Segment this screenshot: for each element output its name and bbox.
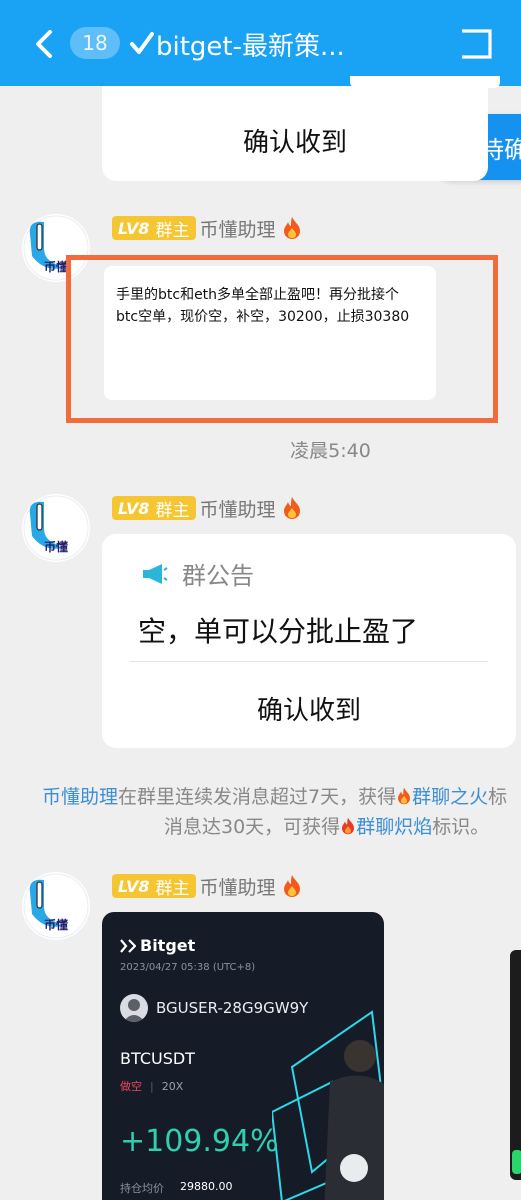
bitget-share-image[interactable]: Bitget 2023/04/27 05:38 (UTC+8) BGUSER-2… xyxy=(102,912,384,1200)
level-badge: LV8 群主 xyxy=(112,874,196,899)
timestamp-text: 凌晨5:40 xyxy=(290,440,371,462)
sender-name[interactable]: 币懂助理 xyxy=(200,873,276,900)
checkmark-icon xyxy=(130,32,154,54)
system-user-link[interactable]: 币懂助理 xyxy=(42,786,118,808)
highlight-annotation-box xyxy=(66,255,498,423)
side-short: 做空 xyxy=(120,1080,142,1093)
separator: | xyxy=(150,1079,154,1093)
role-text: 群主 xyxy=(155,500,190,521)
level-text: LV8 xyxy=(118,876,150,896)
confirm-received-button[interactable]: 确认收到 xyxy=(102,690,516,727)
share-entry: 持仓均价 29880.00 xyxy=(120,1180,233,1196)
notice-header: 群公告 xyxy=(142,556,254,591)
entry-value: 29880.00 xyxy=(180,1180,233,1193)
confirm-received-button[interactable]: 确认收到 xyxy=(102,122,488,159)
award-link[interactable]: 群聊之火 xyxy=(412,786,488,808)
level-badge: LV8 群主 xyxy=(112,496,196,521)
overlay-edge-handle[interactable] xyxy=(510,950,521,1180)
fire-icon xyxy=(398,787,411,805)
chat-title: bitget-最新策... xyxy=(156,31,345,62)
sender-name[interactable]: 币懂助理 xyxy=(200,495,276,522)
bitget-logo: Bitget xyxy=(120,936,195,955)
level-text: LV8 xyxy=(118,218,150,238)
avatar[interactable]: 币懂 xyxy=(22,872,90,940)
avatar-text: 币懂 xyxy=(44,918,69,932)
award-link[interactable]: 群聊炽焰 xyxy=(356,816,432,838)
sender-line: LV8 群主 币懂助理 xyxy=(112,872,302,900)
notice-title: 群公告 xyxy=(182,562,254,590)
share-username: BGUSER-28G9GW9Y xyxy=(156,999,309,1017)
share-pnl: +109.94% xyxy=(120,1124,279,1159)
user-avatar-icon xyxy=(123,999,145,1022)
flame-icon xyxy=(342,817,355,835)
notice-body: 空，单可以分批止盈了 xyxy=(138,615,419,648)
chat-title-wrap[interactable]: bitget-最新策... xyxy=(130,24,345,64)
system-text: 在群里连续发消息超过7天，获得 xyxy=(118,786,397,808)
system-text: 消息达30天，可获得 xyxy=(164,816,341,838)
avatar-text: 币懂 xyxy=(44,260,69,274)
avatar-text: 币懂 xyxy=(44,540,69,554)
avatar[interactable]: 币懂 xyxy=(22,494,90,562)
timestamp: 凌晨5:40 xyxy=(0,436,521,463)
user-avatar xyxy=(120,994,148,1022)
group-notice-card[interactable]: 群公告 空，单可以分批止盈了 确认收到 xyxy=(102,534,516,748)
megaphone-icon xyxy=(143,563,168,584)
notice-card-top: 确认收到 xyxy=(102,86,488,181)
bitget-logo-icon xyxy=(120,938,136,953)
fire-icon xyxy=(283,875,300,897)
share-pair: BTCUSDT xyxy=(120,1049,195,1068)
level-badge: LV8 群主 xyxy=(112,216,196,241)
menu-icon[interactable] xyxy=(458,28,494,60)
system-text-tail: 标 xyxy=(488,786,508,808)
share-user: BGUSER-28G9GW9Y xyxy=(120,994,308,1022)
role-text: 群主 xyxy=(155,220,190,241)
share-datetime: 2023/04/27 05:38 (UTC+8) xyxy=(120,962,256,973)
back-arrow-icon[interactable] xyxy=(30,26,60,62)
share-side: 做空 | 20X xyxy=(120,1078,183,1094)
system-text-tail: 标识。 xyxy=(432,816,490,838)
entry-label: 持仓均价 xyxy=(120,1182,164,1195)
sender-name[interactable]: 币懂助理 xyxy=(200,215,276,242)
level-text: LV8 xyxy=(118,498,150,518)
sender-line: LV8 群主 币懂助理 xyxy=(112,494,302,522)
system-message-line1: 币懂助理在群里连续发消息超过7天，获得 群聊之火标 xyxy=(42,782,507,812)
fire-icon xyxy=(283,217,300,239)
sender-line: LV8 群主 币懂助理 xyxy=(112,214,302,242)
green-indicator xyxy=(512,1150,521,1174)
system-message-line2: 消息达30天，可获得 群聊炽焰标识。 xyxy=(164,812,489,842)
fire-icon xyxy=(283,497,300,519)
unread-count-badge[interactable]: 18 xyxy=(70,27,120,59)
chat-header: 18 bitget-最新策... xyxy=(0,0,521,88)
brand-text: Bitget xyxy=(140,936,196,955)
divider xyxy=(130,661,488,662)
role-text: 群主 xyxy=(155,878,190,899)
leverage: 20X xyxy=(161,1079,184,1093)
